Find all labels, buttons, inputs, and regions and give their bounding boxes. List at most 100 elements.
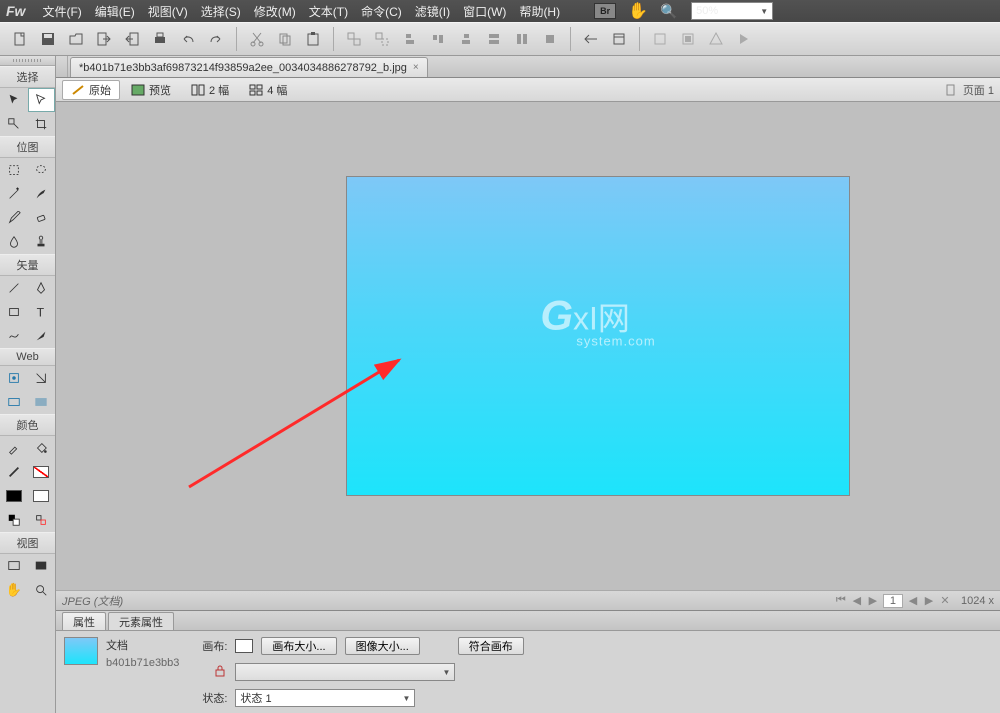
close-nav-icon[interactable]: ✕ (937, 594, 953, 608)
bucket-tool[interactable] (28, 436, 56, 460)
canvas-size-button[interactable]: 画布大小... (261, 637, 336, 655)
misc2-icon[interactable] (676, 27, 700, 51)
canvas-color-swatch[interactable] (235, 639, 253, 653)
swap-colors[interactable] (28, 508, 56, 532)
prev-page-icon[interactable]: ◀ (849, 594, 865, 608)
ungroup-icon[interactable] (370, 27, 394, 51)
knife-tool[interactable] (28, 324, 56, 348)
state-select[interactable]: 状态 1 ▼ (235, 689, 415, 707)
tab-properties[interactable]: 属性 (62, 612, 106, 630)
prev2-icon[interactable]: ◀ (905, 594, 921, 608)
none-swatch[interactable] (28, 460, 56, 484)
align2-icon[interactable] (426, 27, 450, 51)
menu-filters[interactable]: 滤镜(I) (415, 3, 450, 20)
viewtab-original[interactable]: 原始 (62, 80, 120, 100)
menu-edit[interactable]: 编辑(E) (95, 3, 135, 20)
tab-element-properties[interactable]: 元素属性 (108, 612, 174, 630)
align6-icon[interactable] (538, 27, 562, 51)
hide-slice-tool[interactable] (0, 390, 28, 414)
rect-tool[interactable] (0, 300, 28, 324)
lasso-tool[interactable] (28, 158, 56, 182)
bridge-icon[interactable]: Br (594, 3, 616, 19)
hand-tool[interactable]: ✋ (0, 578, 28, 602)
open-icon[interactable] (64, 27, 88, 51)
image-size-button[interactable]: 图像大小... (345, 637, 420, 655)
menu-commands[interactable]: 命令(C) (361, 3, 402, 20)
layout1-icon[interactable] (579, 27, 603, 51)
pencil-tool[interactable] (0, 206, 28, 230)
default-colors[interactable] (0, 508, 28, 532)
state-value: 状态 1 (240, 690, 271, 706)
fit-canvas-button[interactable]: 符合画布 (458, 637, 524, 655)
fill-swatch[interactable] (0, 484, 28, 508)
menu-modify[interactable]: 修改(M) (254, 3, 296, 20)
line-tool[interactable] (0, 276, 28, 300)
paste-icon[interactable] (301, 27, 325, 51)
align3-icon[interactable] (454, 27, 478, 51)
play-icon[interactable] (732, 27, 756, 51)
copy-icon[interactable] (273, 27, 297, 51)
page-indicator: 页面 1 (963, 82, 994, 98)
misc1-icon[interactable] (648, 27, 672, 51)
import-icon[interactable] (92, 27, 116, 51)
align4-icon[interactable] (482, 27, 506, 51)
close-tab-icon[interactable]: × (413, 62, 419, 73)
subselect-tool[interactable] (28, 88, 56, 112)
menu-help[interactable]: 帮助(H) (519, 3, 560, 20)
pen-tool[interactable] (28, 276, 56, 300)
show-slice-tool[interactable] (28, 390, 56, 414)
align5-icon[interactable] (510, 27, 534, 51)
menu-text[interactable]: 文本(T) (309, 3, 348, 20)
viewtab-2up[interactable]: 2 幅 (182, 80, 238, 100)
new-icon[interactable] (8, 27, 32, 51)
scale-tool[interactable] (0, 112, 28, 136)
export-icon[interactable] (120, 27, 144, 51)
canvas-area[interactable]: GxI网 system.com (56, 102, 1000, 590)
screen-mode[interactable] (0, 554, 28, 578)
canvas[interactable]: GxI网 system.com (346, 176, 850, 496)
first-page-icon[interactable]: ⏮ (833, 594, 849, 608)
eraser-tool[interactable] (28, 206, 56, 230)
group-icon[interactable] (342, 27, 366, 51)
menu-select[interactable]: 选择(S) (201, 3, 241, 20)
next2-icon[interactable]: ▶ (921, 594, 937, 608)
zoom-select[interactable]: 50% ▼ (691, 2, 773, 20)
zoom-tool[interactable] (28, 578, 56, 602)
warning-icon[interactable] (704, 27, 728, 51)
save-icon[interactable] (36, 27, 60, 51)
fill-white-swatch[interactable] (28, 484, 56, 508)
marquee-tool[interactable] (0, 158, 28, 182)
resolution-select[interactable]: ▼ (235, 663, 455, 681)
print-icon[interactable] (148, 27, 172, 51)
eyedropper-tool[interactable] (0, 436, 28, 460)
hotspot-tool[interactable] (0, 366, 28, 390)
hand-icon[interactable]: ✋ (629, 2, 647, 20)
viewtab-4up[interactable]: 4 幅 (240, 80, 296, 100)
slice-tool[interactable] (28, 366, 56, 390)
page-number[interactable]: 1 (883, 594, 903, 608)
redo-icon[interactable] (204, 27, 228, 51)
align1-icon[interactable] (398, 27, 422, 51)
pointer-tool[interactable] (0, 88, 28, 112)
document-tab[interactable]: *b401b71e3bb3af69873214f93859a2ee_003403… (70, 57, 428, 77)
panel-grip[interactable] (0, 56, 55, 66)
zoom-icon[interactable]: 🔍 (660, 2, 678, 20)
cut-icon[interactable] (245, 27, 269, 51)
menu-view[interactable]: 视图(V) (148, 3, 188, 20)
stamp-tool[interactable] (28, 230, 56, 254)
viewtab-preview[interactable]: 预览 (122, 80, 180, 100)
tabstrip-grip[interactable] (56, 56, 68, 77)
menu-file[interactable]: 文件(F) (42, 3, 81, 20)
crop-tool[interactable] (28, 112, 56, 136)
wand-tool[interactable] (0, 182, 28, 206)
layout2-icon[interactable] (607, 27, 631, 51)
freeform-tool[interactable] (0, 324, 28, 348)
next-page-icon[interactable]: ▶ (865, 594, 881, 608)
undo-icon[interactable] (176, 27, 200, 51)
blur-tool[interactable] (0, 230, 28, 254)
screen-mode2[interactable] (28, 554, 56, 578)
text-tool[interactable]: T (28, 300, 56, 324)
menu-window[interactable]: 窗口(W) (463, 3, 506, 20)
brush-tool[interactable] (28, 182, 56, 206)
stroke-swatch[interactable] (0, 460, 28, 484)
